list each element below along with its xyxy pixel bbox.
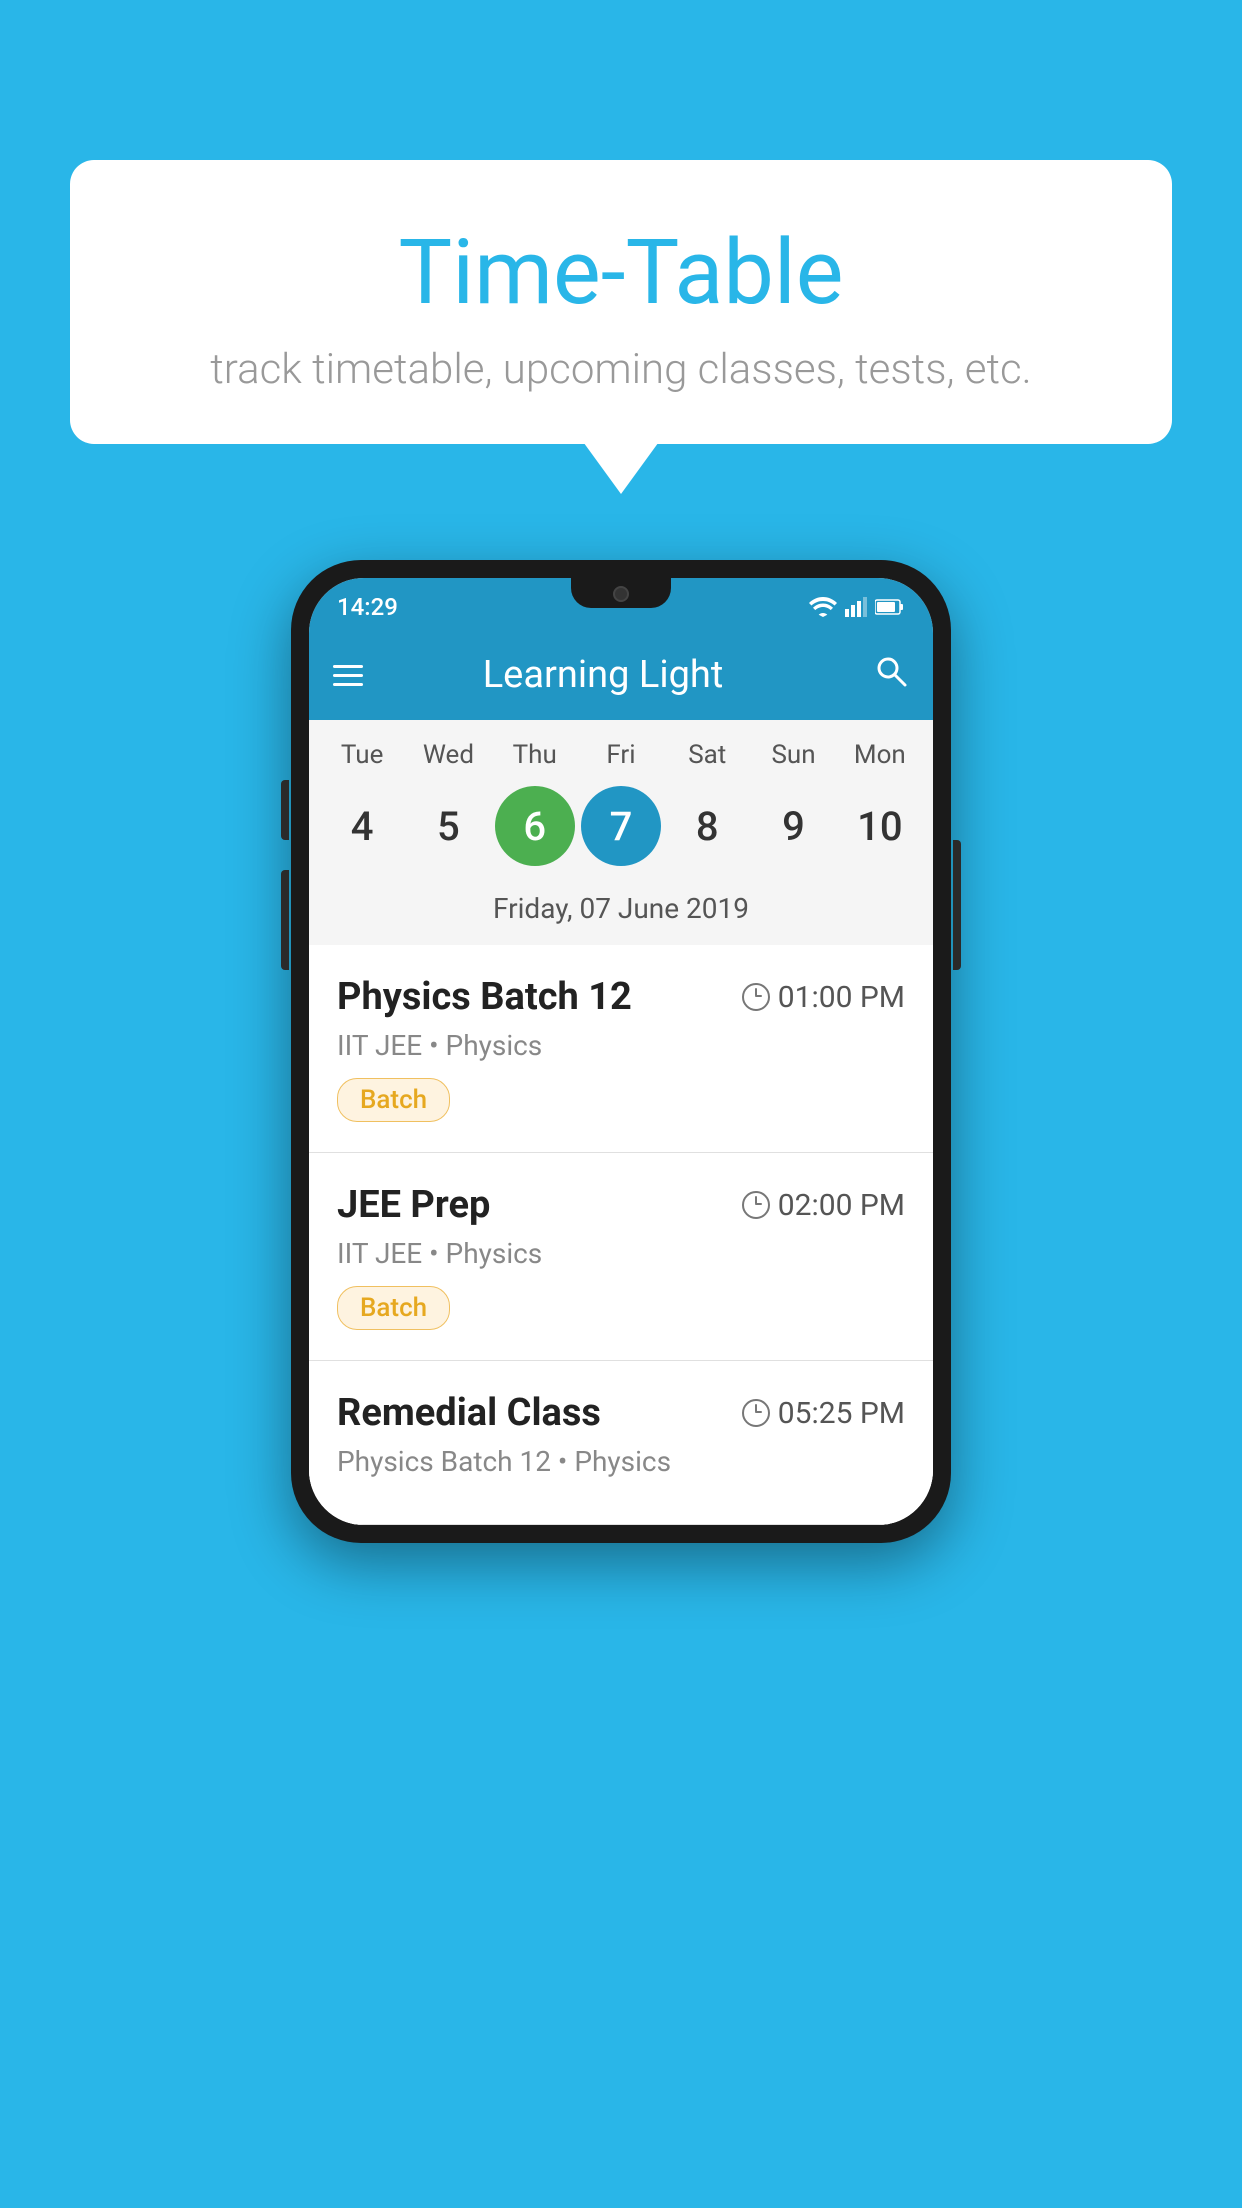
signal-icon [845, 597, 867, 617]
day-sun: Sun [754, 740, 834, 770]
app-bar-title: Learning Light [333, 653, 873, 697]
class-name-1: Physics Batch 12 [337, 975, 632, 1019]
phone-camera [613, 586, 629, 602]
phone-vol-up [281, 780, 289, 840]
class-subject-3: Physics Batch 12 • Physics [337, 1445, 905, 1478]
class-item-header-2: JEE Prep 02:00 PM [337, 1183, 905, 1227]
class-time-3: 05:25 PM [742, 1396, 905, 1431]
class-time-text-2: 02:00 PM [778, 1188, 905, 1223]
app-bar: Learning Light [309, 630, 933, 720]
wifi-icon [809, 597, 837, 617]
phone-outer: 14:29 [291, 560, 951, 1543]
calendar-days-header: Tue Wed Thu Fri Sat Sun Mon [309, 720, 933, 778]
class-subject-2: IIT JEE • Physics [337, 1237, 905, 1270]
class-item-physics-batch-12[interactable]: Physics Batch 12 01:00 PM IIT JEE • Phys… [309, 945, 933, 1153]
class-time-text-3: 05:25 PM [778, 1396, 905, 1431]
day-thu: Thu [495, 740, 575, 770]
class-item-jee-prep[interactable]: JEE Prep 02:00 PM IIT JEE • Physics Batc… [309, 1153, 933, 1361]
class-item-header-3: Remedial Class 05:25 PM [337, 1391, 905, 1435]
speech-bubble: Time-Table track timetable, upcoming cla… [70, 160, 1172, 444]
phone-vol-down [281, 870, 289, 970]
date-10[interactable]: 10 [840, 786, 920, 866]
class-time-1: 01:00 PM [742, 980, 905, 1015]
phone-mockup: 14:29 [291, 560, 951, 1543]
class-time-text-1: 01:00 PM [778, 980, 905, 1015]
class-name-3: Remedial Class [337, 1391, 601, 1435]
search-icon [873, 653, 909, 689]
search-button[interactable] [873, 653, 909, 698]
date-4[interactable]: 4 [322, 786, 402, 866]
date-6-today[interactable]: 6 [495, 786, 575, 866]
day-fri: Fri [581, 740, 661, 770]
calendar-section: Tue Wed Thu Fri Sat Sun Mon 4 5 6 7 8 9 … [309, 720, 933, 945]
class-subject-1: IIT JEE • Physics [337, 1029, 905, 1062]
clock-icon-1 [742, 983, 770, 1011]
day-mon: Mon [840, 740, 920, 770]
status-time: 14:29 [337, 593, 398, 621]
date-9[interactable]: 9 [754, 786, 834, 866]
page-subtitle: track timetable, upcoming classes, tests… [110, 345, 1132, 394]
day-tue: Tue [322, 740, 402, 770]
class-list: Physics Batch 12 01:00 PM IIT JEE • Phys… [309, 945, 933, 1525]
clock-icon-2 [742, 1191, 770, 1219]
class-item-remedial[interactable]: Remedial Class 05:25 PM Physics Batch 12… [309, 1361, 933, 1525]
day-sat: Sat [667, 740, 747, 770]
date-7-selected[interactable]: 7 [581, 786, 661, 866]
header-card: Time-Table track timetable, upcoming cla… [70, 160, 1172, 444]
selected-date-label: Friday, 07 June 2019 [309, 882, 933, 945]
class-name-2: JEE Prep [337, 1183, 490, 1227]
page-title: Time-Table [110, 220, 1132, 325]
phone-screen: 14:29 [309, 578, 933, 1525]
date-5[interactable]: 5 [408, 786, 488, 866]
calendar-dates: 4 5 6 7 8 9 10 [309, 778, 933, 882]
phone-power-btn [953, 840, 961, 970]
class-time-2: 02:00 PM [742, 1188, 905, 1223]
clock-icon-3 [742, 1399, 770, 1427]
day-wed: Wed [408, 740, 488, 770]
battery-icon [875, 598, 905, 616]
class-item-header-1: Physics Batch 12 01:00 PM [337, 975, 905, 1019]
batch-badge-1: Batch [337, 1078, 450, 1122]
batch-badge-2: Batch [337, 1286, 450, 1330]
date-8[interactable]: 8 [667, 786, 747, 866]
status-icons [809, 597, 905, 617]
